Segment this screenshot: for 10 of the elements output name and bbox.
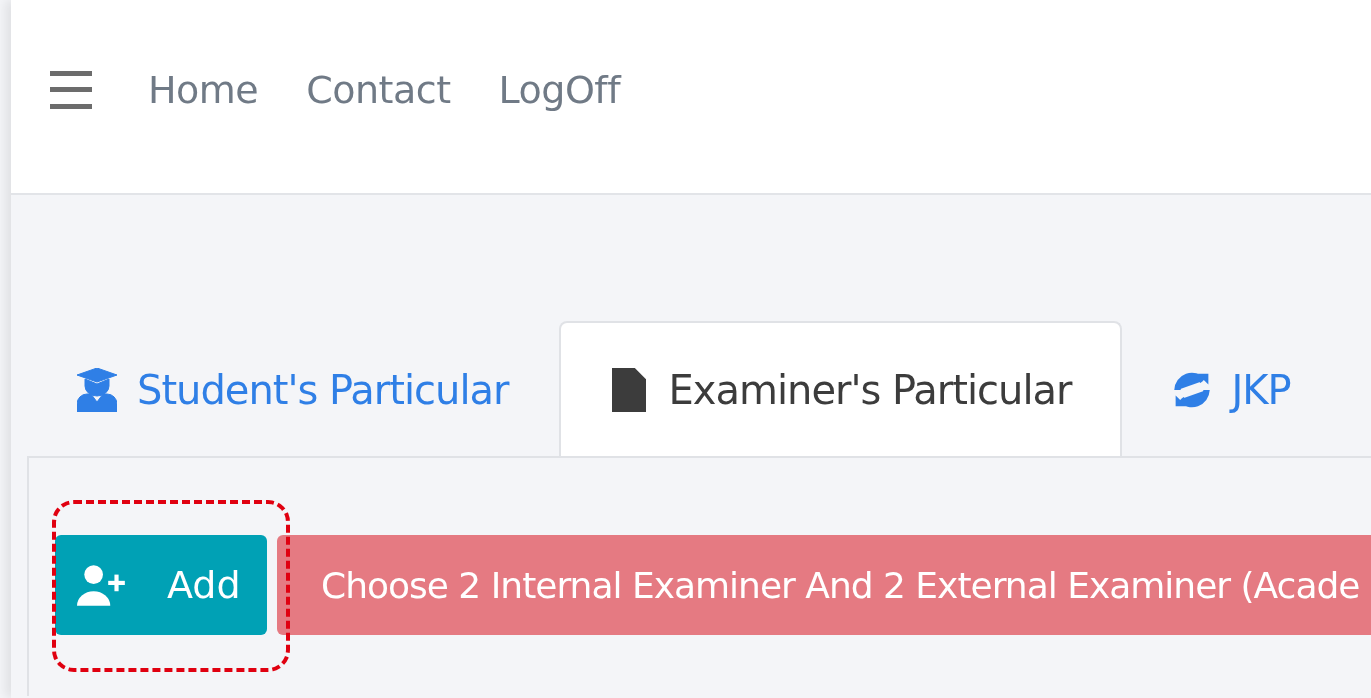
nav-link[interactable]: Contact — [306, 67, 451, 112]
alert-message: Choose 2 Internal Examiner And 2 External Examiner (Acade — [277, 535, 1371, 635]
tab[interactable]: Examiner's Particular — [558, 321, 1122, 456]
nav-link[interactable]: Home — [148, 67, 259, 112]
graduate-icon — [77, 367, 117, 412]
nav-link[interactable]: LogOff — [498, 67, 621, 112]
add-button[interactable]: Add — [55, 535, 267, 635]
tab[interactable]: Student's Particular — [27, 321, 559, 456]
tab[interactable]: JKP — [1121, 321, 1341, 456]
menu-icon[interactable] — [50, 70, 92, 109]
